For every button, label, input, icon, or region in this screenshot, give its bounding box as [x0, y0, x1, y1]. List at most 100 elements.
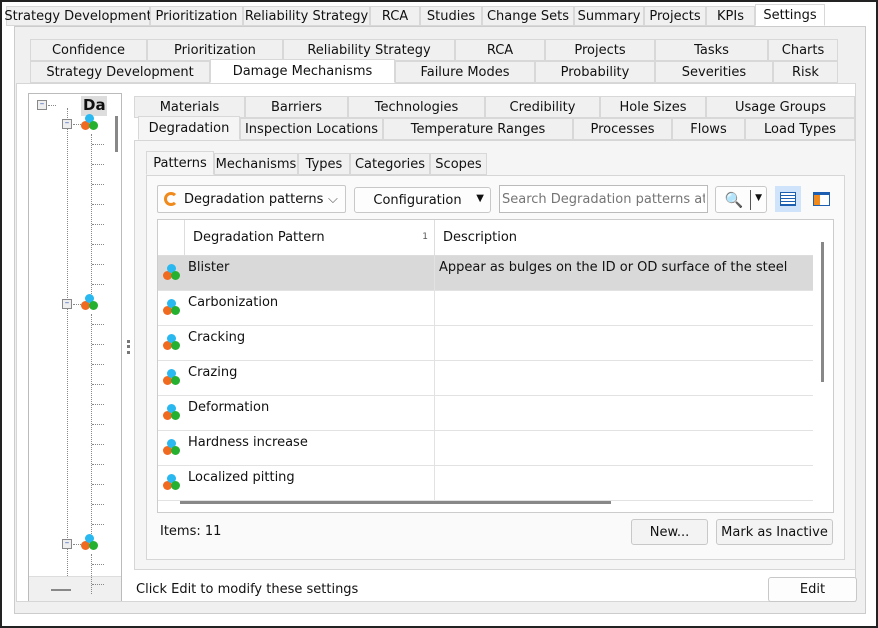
dm-tab[interactable]: Hole Sizes: [600, 96, 706, 118]
top-tab[interactable]: Summary: [574, 6, 644, 26]
top-tab[interactable]: Projects: [644, 6, 706, 26]
tree-leaf-connector: [92, 164, 104, 165]
pattern-description: [435, 466, 813, 500]
pattern-description: [435, 326, 813, 360]
group-node-icon: [81, 114, 99, 132]
dm-tab[interactable]: Technologies: [348, 96, 485, 118]
sub-tab[interactable]: Mechanisms: [214, 153, 298, 175]
search-button[interactable]: 🔍 ▼: [715, 186, 767, 213]
card-view-icon: [812, 192, 830, 206]
collapse-icon[interactable]: –: [62, 539, 72, 549]
sub-tab[interactable]: Scopes: [430, 153, 487, 175]
table-row[interactable]: Cracking: [158, 326, 813, 361]
horizontal-scrollbar[interactable]: [180, 501, 611, 504]
settings-tab[interactable]: Charts: [768, 39, 838, 61]
dm-tab[interactable]: Processes: [573, 118, 672, 140]
top-tab[interactable]: Reliability Strategy: [243, 6, 370, 26]
tree-root-label: Da: [81, 96, 107, 116]
settings-tab[interactable]: Probability: [535, 61, 655, 83]
pattern-name: Crazing: [185, 361, 435, 395]
table-row[interactable]: Blister Appear as bulges on the ID or OD …: [158, 256, 813, 291]
collapse-handle[interactable]: [51, 589, 71, 591]
mark-inactive-button[interactable]: Mark as Inactive: [716, 519, 833, 545]
vertical-scrollbar[interactable]: [821, 242, 824, 382]
top-tab[interactable]: KPIs: [706, 6, 755, 26]
settings-tab[interactable]: Failure Modes: [395, 61, 535, 83]
group-node-icon: [81, 534, 99, 552]
tree-leaf-connector: [92, 324, 104, 325]
pattern-description: [435, 396, 813, 430]
new-button[interactable]: New...: [631, 519, 708, 545]
settings-tab[interactable]: Strategy Development: [30, 61, 210, 83]
pattern-icon: [162, 334, 181, 352]
table-row[interactable]: Crazing: [158, 361, 813, 396]
pattern-icon: [81, 534, 99, 552]
tree-footer: [29, 576, 121, 601]
dm-tab[interactable]: Flows: [672, 118, 745, 140]
pattern-name: Carbonization: [185, 291, 435, 325]
pattern-name: Localized pitting: [185, 466, 435, 500]
pattern-name: Blister: [185, 256, 435, 290]
splitter-handle[interactable]: [127, 340, 130, 354]
group-node-icon: [81, 294, 99, 312]
table-row[interactable]: Deformation: [158, 396, 813, 431]
settings-tab[interactable]: Risk: [773, 61, 838, 83]
settings-tab[interactable]: Damage Mechanisms: [210, 59, 395, 83]
tree-leaf-connector: [92, 344, 104, 345]
settings-tab[interactable]: Confidence: [30, 39, 147, 61]
dm-tab[interactable]: Barriers: [245, 96, 348, 118]
top-tab[interactable]: Change Sets: [482, 6, 574, 26]
tree-leaf-connector: [92, 364, 104, 365]
edit-hint: Click Edit to modify these settings: [136, 582, 359, 597]
top-tab[interactable]: Settings: [755, 4, 825, 26]
tree-leaf-connector: [92, 524, 104, 525]
tree-view[interactable]: Da – – – –: [28, 93, 122, 601]
settings-tab[interactable]: Tasks: [655, 39, 768, 61]
sub-tab[interactable]: Types: [298, 153, 350, 175]
tree-leaf-connector: [92, 224, 104, 225]
table-row[interactable]: Hardness increase: [158, 431, 813, 466]
search-icon: 🔍: [724, 190, 744, 209]
top-tab[interactable]: Prioritization: [150, 6, 243, 26]
settings-tab[interactable]: Reliability Strategy: [283, 39, 455, 61]
settings-tab[interactable]: RCA: [455, 39, 545, 61]
top-tab[interactable]: Strategy Development: [4, 6, 152, 26]
settings-tab[interactable]: Projects: [545, 39, 655, 61]
tree-scrollbar-thumb[interactable]: [115, 116, 118, 152]
pattern-icon: [162, 404, 181, 422]
column-header-description[interactable]: Description: [435, 220, 813, 255]
dm-tab[interactable]: Inspection Locations: [240, 118, 383, 140]
list-view-button[interactable]: [775, 186, 801, 212]
sub-tab[interactable]: Patterns: [146, 151, 214, 175]
tree-leaf-connector: [92, 284, 104, 285]
dm-tab[interactable]: Load Types: [745, 118, 855, 140]
card-view-button[interactable]: [808, 186, 834, 212]
collapse-icon[interactable]: –: [62, 299, 72, 309]
table-row[interactable]: Localized pitting: [158, 466, 813, 501]
dm-tab[interactable]: Degradation: [138, 116, 240, 140]
configuration-dropdown[interactable]: Configuration ▼: [354, 187, 491, 213]
collapse-icon[interactable]: –: [62, 119, 72, 129]
settings-tab[interactable]: Severities: [655, 61, 773, 83]
tree-leaf-connector: [92, 384, 104, 385]
dm-tab[interactable]: Credibility: [485, 96, 600, 118]
tree-leaf-connector: [92, 424, 104, 425]
dm-tab[interactable]: Temperature Ranges: [383, 118, 573, 140]
tree-leaf-connector: [92, 444, 104, 445]
view-select[interactable]: Degradation patterns a ⌵: [157, 185, 346, 213]
collapse-icon[interactable]: –: [37, 100, 47, 110]
pattern-icon: [162, 474, 181, 492]
tree-leaf-connector: [92, 244, 104, 245]
table-row[interactable]: Carbonization: [158, 291, 813, 326]
settings-tab[interactable]: Prioritization: [147, 39, 283, 61]
dm-tab[interactable]: Materials: [134, 96, 245, 118]
search-input[interactable]: [499, 185, 708, 213]
column-header-pattern[interactable]: Degradation Pattern 1: [185, 220, 435, 255]
dm-tab[interactable]: Usage Groups: [706, 96, 855, 118]
pattern-icon: [162, 369, 181, 387]
sub-tab[interactable]: Categories: [350, 153, 430, 175]
top-tab[interactable]: RCA: [370, 6, 420, 26]
top-tab[interactable]: Studies: [420, 6, 482, 26]
pattern-icon: [81, 114, 99, 132]
edit-button[interactable]: Edit: [768, 577, 857, 602]
